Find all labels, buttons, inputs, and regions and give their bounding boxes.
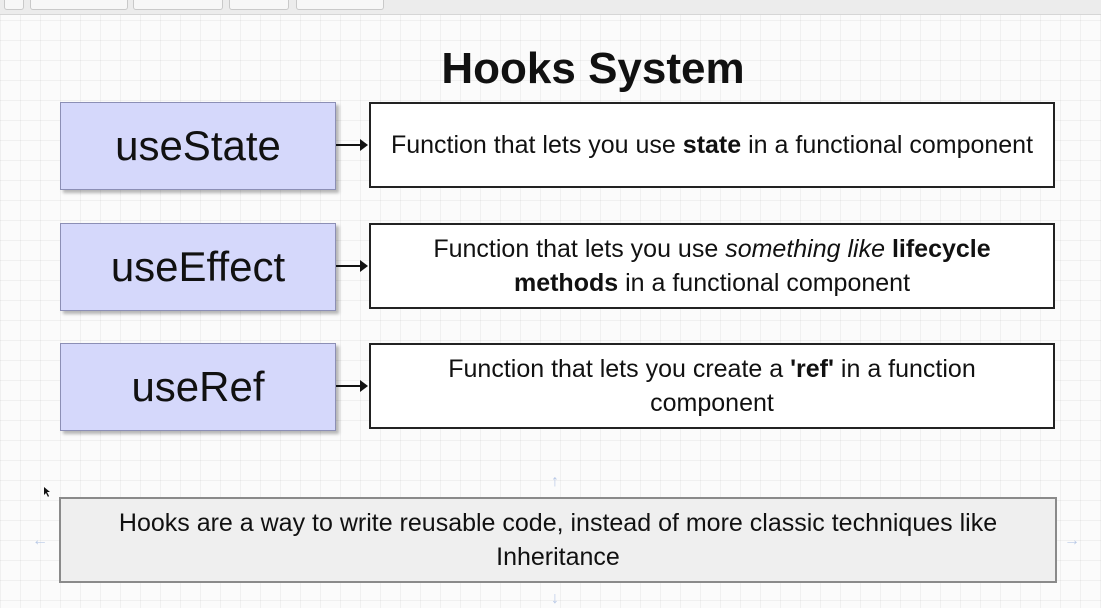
arrow-right-icon[interactable]: → — [1064, 533, 1080, 549]
hook-box-use-effect[interactable]: useEffect — [60, 223, 336, 311]
description-text: Function that lets you use state in a fu… — [391, 128, 1033, 162]
hook-description-use-effect[interactable]: Function that lets you use something lik… — [369, 223, 1055, 309]
hook-description-use-state[interactable]: Function that lets you use state in a fu… — [369, 102, 1055, 188]
description-run — [885, 235, 892, 263]
description-text: Function that lets you create a 'ref' in… — [387, 352, 1037, 420]
arrow-left-icon[interactable]: ← — [32, 533, 48, 549]
hook-description-use-ref[interactable]: Function that lets you create a 'ref' in… — [369, 343, 1055, 429]
toolbar-button[interactable] — [133, 0, 223, 10]
toolbar-button[interactable] — [30, 0, 128, 10]
description-emphasis: something like — [725, 235, 885, 263]
description-run: Function that lets you use — [433, 235, 726, 263]
mouse-cursor-icon — [44, 487, 50, 497]
hook-box-use-state[interactable]: useState — [60, 102, 336, 190]
arrow-right-icon — [336, 260, 368, 272]
diagram-title: Hooks System — [441, 44, 745, 93]
arrow-right-icon — [336, 380, 368, 392]
description-emphasis: 'ref' — [790, 355, 834, 383]
description-run: Function that lets you create a — [448, 355, 791, 383]
toolbar — [0, 0, 1101, 15]
description-emphasis: state — [682, 131, 742, 159]
toolbar-button[interactable] — [229, 0, 289, 10]
description-run: in a functional component — [618, 269, 911, 297]
toolbar-button[interactable] — [296, 0, 384, 10]
arrow-up-icon[interactable]: ↑ — [551, 474, 559, 490]
arrow-down-icon[interactable]: ↓ — [551, 591, 559, 607]
summary-box[interactable]: Hooks are a way to write reusable code, … — [59, 497, 1057, 583]
toolbar-button[interactable] — [4, 0, 24, 10]
description-run: Function that lets you use — [390, 131, 683, 159]
description-text: Function that lets you use something lik… — [387, 232, 1037, 300]
arrow-right-icon — [336, 139, 368, 151]
description-run: in a functional component — [741, 131, 1034, 159]
hook-box-use-ref[interactable]: useRef — [60, 343, 336, 431]
